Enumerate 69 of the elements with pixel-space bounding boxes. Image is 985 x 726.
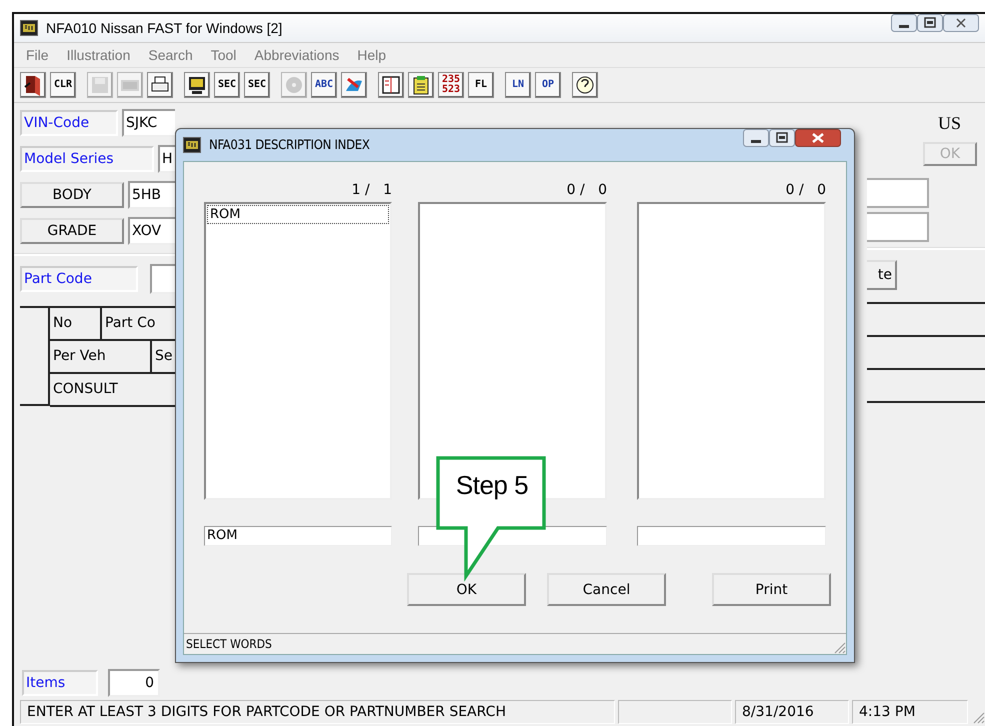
people-icon[interactable]: LN: [505, 72, 531, 98]
app-icon: [183, 137, 201, 153]
items-count-field: 0: [108, 669, 160, 697]
dialog-button[interactable]: OK: [407, 573, 526, 606]
list-counter: 1 / 1: [352, 182, 392, 200]
column-header: Part Co: [104, 314, 156, 333]
column-header: Per Veh: [50, 341, 152, 372]
callout-text: Step 5: [454, 470, 530, 501]
dialog-title: NFA031 DESCRIPTION INDEX: [209, 138, 371, 152]
restore-icon[interactable]: [917, 14, 943, 32]
model-series-label: Model Series: [20, 146, 154, 172]
menu-item[interactable]: File: [26, 47, 49, 63]
clr-icon[interactable]: CLR: [50, 72, 76, 98]
model-series-field[interactable]: H: [158, 145, 175, 173]
status-date: 8/31/2016: [735, 700, 849, 724]
dialog-button[interactable]: Cancel: [547, 573, 666, 606]
menu-item[interactable]: Tool: [210, 47, 236, 63]
text-field[interactable]: [867, 212, 929, 242]
clipboard-icon[interactable]: [408, 72, 434, 98]
region-label: US: [938, 112, 961, 135]
window-title: NFA010 Nissan FAST for Windows [2]: [46, 20, 284, 36]
abc-icon[interactable]: ABC: [311, 72, 337, 98]
list-item[interactable]: ROM: [207, 205, 389, 224]
status-time: 4:13 PM: [852, 700, 968, 724]
resize-grip-icon[interactable]: [971, 710, 985, 724]
monitor-icon[interactable]: [184, 72, 210, 98]
button[interactable]: te: [867, 260, 897, 290]
book-icon[interactable]: [378, 72, 404, 98]
minimize-icon[interactable]: [743, 129, 769, 147]
grade-field[interactable]: XOV: [128, 217, 175, 245]
close-icon[interactable]: [943, 14, 979, 32]
dialog-status-text: SELECT WORDS: [185, 636, 272, 653]
menu-item[interactable]: Search: [148, 47, 193, 63]
text-field[interactable]: [867, 178, 929, 208]
resize-grip-icon[interactable]: [832, 640, 846, 654]
part-code-field[interactable]: [150, 264, 175, 294]
op-icon[interactable]: OP: [535, 72, 561, 98]
help-icon[interactable]: [572, 72, 598, 98]
body-field[interactable]: 5HB: [128, 181, 175, 209]
sec-icon[interactable]: SEC: [214, 72, 240, 98]
word-list[interactable]: ROM: [204, 202, 392, 500]
list-counter: 0 / 0: [786, 182, 826, 200]
column-header: Se: [154, 347, 174, 366]
word-field[interactable]: [637, 526, 826, 546]
printer-icon[interactable]: [147, 72, 173, 98]
menu-item[interactable]: Abbreviations: [254, 47, 340, 63]
items-label: Items: [22, 670, 98, 696]
vin-code-label: VIN-Code: [20, 110, 118, 136]
word-list[interactable]: [418, 202, 607, 500]
dialog-button[interactable]: Print: [712, 573, 831, 606]
word-field[interactable]: ROM: [204, 526, 392, 546]
fl-icon[interactable]: FL: [468, 72, 494, 98]
menu-item[interactable]: Illustration: [66, 47, 130, 63]
status-message: ENTER AT LEAST 3 DIGITS FOR PARTCODE OR PARTNUMBER SEARCH: [20, 700, 615, 724]
secs-icon[interactable]: SEC: [244, 72, 270, 98]
list-counter: 0 / 0: [566, 182, 607, 200]
body-button[interactable]: BODY: [20, 182, 124, 208]
column-header: CONSULT: [52, 380, 119, 399]
part-code-label: Part Code: [20, 266, 138, 292]
vin-code-field[interactable]: SJKC: [122, 109, 175, 137]
close-icon[interactable]: [795, 129, 841, 147]
menu-item[interactable]: Help: [357, 47, 386, 63]
column-header: No: [50, 308, 102, 339]
numbers-icon[interactable]: 235 523: [438, 72, 464, 98]
minimize-icon[interactable]: [891, 14, 917, 32]
door-icon[interactable]: [20, 72, 46, 98]
app-icon: [20, 20, 38, 36]
grade-button[interactable]: GRADE: [20, 218, 124, 244]
restore-icon[interactable]: [769, 129, 795, 147]
